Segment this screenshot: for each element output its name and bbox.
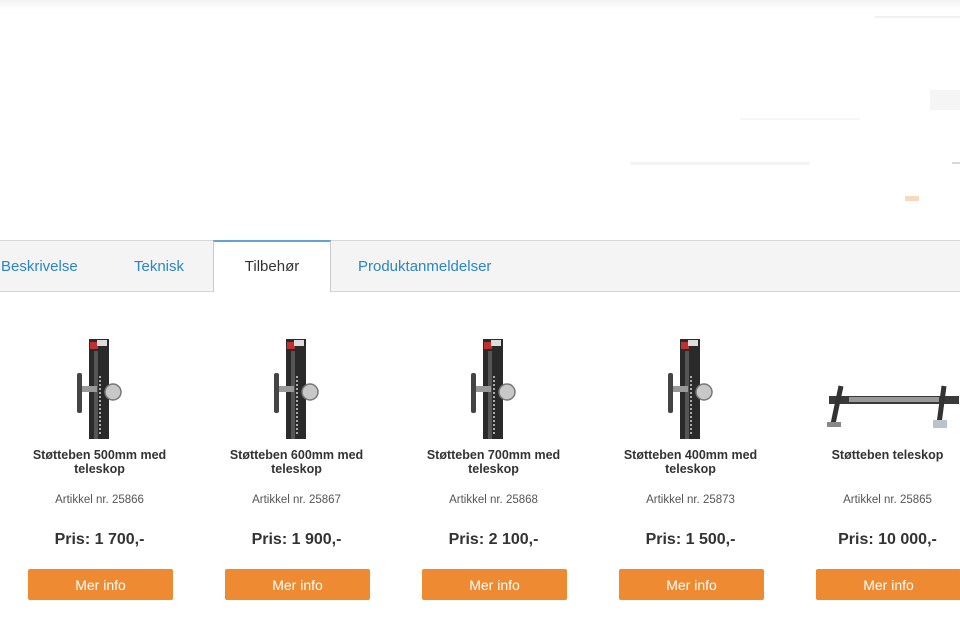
hero-image-fragment	[952, 162, 960, 164]
product-price: Pris: 1 500,-	[645, 531, 736, 548]
product-card: Støtteben 600mm med teleskop Artikkel nr…	[198, 292, 395, 631]
jack-stand-icon[interactable]	[1, 336, 198, 441]
telescopic-leg-bar-icon[interactable]	[789, 336, 960, 441]
more-info-button[interactable]: Mer info	[816, 569, 960, 600]
tab-produktanmeldelser[interactable]: Produktanmeldelser	[358, 241, 491, 292]
more-info-button[interactable]: Mer info	[422, 569, 567, 600]
product-card: Støtteben 500mm med teleskop Artikkel nr…	[1, 292, 198, 631]
article-number: Artikkel nr. 25867	[252, 494, 341, 506]
tab-teknisk[interactable]: Teknisk	[134, 241, 184, 292]
product-price: Pris: 2 100,-	[448, 531, 539, 548]
hero-image-fragment	[875, 16, 960, 18]
tab-beskrivelse[interactable]: Beskrivelse	[1, 241, 78, 292]
product-price: Pris: 10 000,-	[838, 531, 937, 548]
product-name[interactable]: Støtteben 600mm med teleskop	[208, 448, 385, 476]
accessory-product-list: Støtteben 500mm med teleskop Artikkel nr…	[0, 292, 960, 631]
more-info-button[interactable]: Mer info	[619, 569, 764, 600]
article-number: Artikkel nr. 25873	[646, 494, 735, 506]
more-info-button[interactable]: Mer info	[225, 569, 370, 600]
more-info-button[interactable]: Mer info	[28, 569, 173, 600]
jack-stand-icon[interactable]	[395, 336, 592, 441]
hero-image-fragment	[930, 90, 960, 110]
product-price: Pris: 1 900,-	[251, 531, 342, 548]
product-name[interactable]: Støtteben 400mm med teleskop	[602, 448, 779, 476]
jack-stand-icon[interactable]	[198, 336, 395, 441]
jack-stand-icon[interactable]	[592, 336, 789, 441]
article-number: Artikkel nr. 25866	[55, 494, 144, 506]
product-name[interactable]: Støtteben 500mm med teleskop	[11, 448, 188, 476]
article-number: Artikkel nr. 25865	[843, 494, 932, 506]
product-card: Støtteben 700mm med teleskop Artikkel nr…	[395, 292, 592, 631]
product-card: Støtteben 400mm med teleskop Artikkel nr…	[592, 292, 789, 631]
tab-tilbehor[interactable]: Tilbehør	[213, 240, 331, 292]
product-name[interactable]: Støtteben teleskop	[799, 448, 960, 462]
hero-top-shadow	[0, 0, 960, 10]
product-hero-image	[0, 0, 960, 240]
hero-image-fragment	[740, 118, 860, 120]
product-price: Pris: 1 700,-	[54, 531, 145, 548]
product-tabs: Beskrivelse Teknisk Tilbehør Produktanme…	[0, 240, 960, 292]
hero-image-fragment	[905, 196, 919, 201]
article-number: Artikkel nr. 25868	[449, 494, 538, 506]
product-name[interactable]: Støtteben 700mm med teleskop	[405, 448, 582, 476]
product-card: Støtteben teleskop Artikkel nr. 25865 Pr…	[789, 292, 960, 631]
hero-image-fragment	[630, 162, 810, 165]
